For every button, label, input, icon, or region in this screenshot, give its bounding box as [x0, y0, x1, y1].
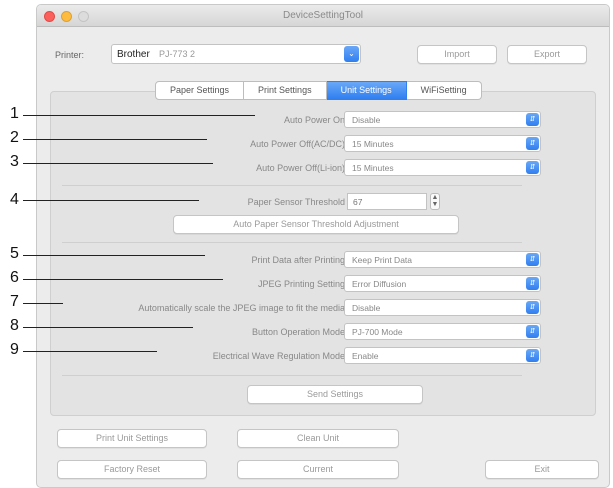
callout-number: 1 — [10, 105, 19, 122]
button-operation-mode-value: PJ-700 Mode — [352, 327, 403, 337]
callout-number: 5 — [10, 245, 19, 262]
chevron-updown-icon: ⇵ — [526, 277, 539, 290]
settings-tabs: Paper Settings Print Settings Unit Setti… — [155, 81, 482, 100]
clean-unit-button[interactable]: Clean Unit — [237, 429, 399, 448]
chevron-updown-icon: ⇵ — [526, 325, 539, 338]
auto-power-on-select[interactable]: Disable ⇵ — [344, 111, 541, 128]
chevron-updown-icon: ⇵ — [526, 161, 539, 174]
callout-line — [23, 139, 207, 140]
button-operation-mode-select[interactable]: PJ-700 Mode ⇵ — [344, 323, 541, 340]
callout-number: 4 — [10, 191, 19, 208]
auto-scale-jpeg-select[interactable]: Disable ⇵ — [344, 299, 541, 316]
callout-line — [23, 303, 63, 304]
auto-power-off-ac-select[interactable]: 15 Minutes ⇵ — [344, 135, 541, 152]
callout-number: 6 — [10, 269, 19, 286]
factory-reset-button[interactable]: Factory Reset — [57, 460, 207, 479]
callout-number: 2 — [10, 129, 19, 146]
electrical-wave-regulation-value: Enable — [352, 351, 379, 361]
auto-scale-jpeg-value: Disable — [352, 303, 381, 313]
auto-threshold-adjust-button[interactable]: Auto Paper Sensor Threshold Adjustment — [173, 215, 459, 234]
callout-line — [23, 327, 193, 328]
printer-model: PJ-773 2 — [159, 49, 196, 59]
auto-power-on-value: Disable — [352, 115, 381, 125]
callout-line — [23, 200, 199, 201]
section-divider — [62, 242, 522, 243]
printer-label: Printer: — [55, 50, 85, 60]
auto-power-off-liion-label: Auto Power Off(Li-ion) — [256, 163, 345, 173]
chevron-updown-icon: ⇵ — [526, 301, 539, 314]
section-divider — [62, 375, 522, 376]
window-title: DeviceSettingTool — [282, 10, 364, 21]
export-button[interactable]: Export — [507, 45, 587, 64]
electrical-wave-regulation-select[interactable]: Enable ⇵ — [344, 347, 541, 364]
electrical-wave-regulation-label: Electrical Wave Regulation Mode — [212, 351, 345, 361]
printer-brand: Brother — [117, 49, 150, 60]
print-unit-settings-button[interactable]: Print Unit Settings — [57, 429, 207, 448]
auto-power-off-liion-select[interactable]: 15 Minutes ⇵ — [344, 159, 541, 176]
tab-wifi-setting[interactable]: WiFiSetting — [406, 81, 482, 100]
callout-line — [23, 255, 205, 256]
auto-power-off-ac-label: Auto Power Off(AC/DC) — [250, 139, 345, 149]
chevron-updown-icon: ⇵ — [526, 113, 539, 126]
paper-sensor-threshold-input[interactable]: 67 — [347, 193, 427, 210]
auto-power-on-label: Auto Power On — [283, 115, 345, 125]
title-bar: DeviceSettingTool — [37, 5, 609, 27]
jpeg-printing-setting-select[interactable]: Error Diffusion ⇵ — [344, 275, 541, 292]
section-divider — [62, 185, 522, 186]
paper-sensor-threshold-label: Paper Sensor Threshold — [247, 197, 345, 207]
callout-number: 7 — [10, 293, 19, 310]
callout-number: 3 — [10, 153, 19, 170]
send-settings-button[interactable]: Send Settings — [247, 385, 423, 404]
tab-paper-settings[interactable]: Paper Settings — [155, 81, 245, 100]
callout-line — [23, 351, 157, 352]
chevron-down-icon: ⌄ — [344, 46, 359, 62]
callout-number: 9 — [10, 341, 19, 358]
button-operation-mode-label: Button Operation Mode — [251, 327, 345, 337]
import-button[interactable]: Import — [417, 45, 497, 64]
printer-select[interactable]: Brother PJ-773 2 ⌄ — [111, 44, 361, 64]
jpeg-printing-setting-value: Error Diffusion — [352, 279, 407, 289]
print-data-after-printing-value: Keep Print Data — [352, 255, 413, 265]
chevron-updown-icon: ⇵ — [526, 253, 539, 266]
exit-button[interactable]: Exit — [485, 460, 599, 479]
print-data-after-printing-select[interactable]: Keep Print Data ⇵ — [344, 251, 541, 268]
print-data-after-printing-label: Print Data after Printing — [251, 255, 345, 265]
callout-number: 8 — [10, 317, 19, 334]
auto-scale-jpeg-label: Automatically scale the JPEG image to fi… — [138, 303, 345, 313]
tab-print-settings[interactable]: Print Settings — [244, 81, 327, 100]
jpeg-printing-setting-label: JPEG Printing Setting — [257, 279, 345, 289]
callout-line — [23, 115, 255, 116]
tab-unit-settings[interactable]: Unit Settings — [326, 81, 407, 100]
chevron-updown-icon: ⇵ — [526, 137, 539, 150]
auto-power-off-ac-value: 15 Minutes — [352, 139, 394, 149]
device-setting-window: DeviceSettingTool Printer: Brother PJ-77… — [36, 4, 610, 488]
callout-line — [23, 279, 223, 280]
current-button[interactable]: Current — [237, 460, 399, 479]
chevron-updown-icon: ⇵ — [526, 349, 539, 362]
callout-line — [23, 163, 213, 164]
threshold-stepper[interactable]: ▲ ▼ — [430, 193, 440, 210]
auto-power-off-liion-value: 15 Minutes — [352, 163, 394, 173]
